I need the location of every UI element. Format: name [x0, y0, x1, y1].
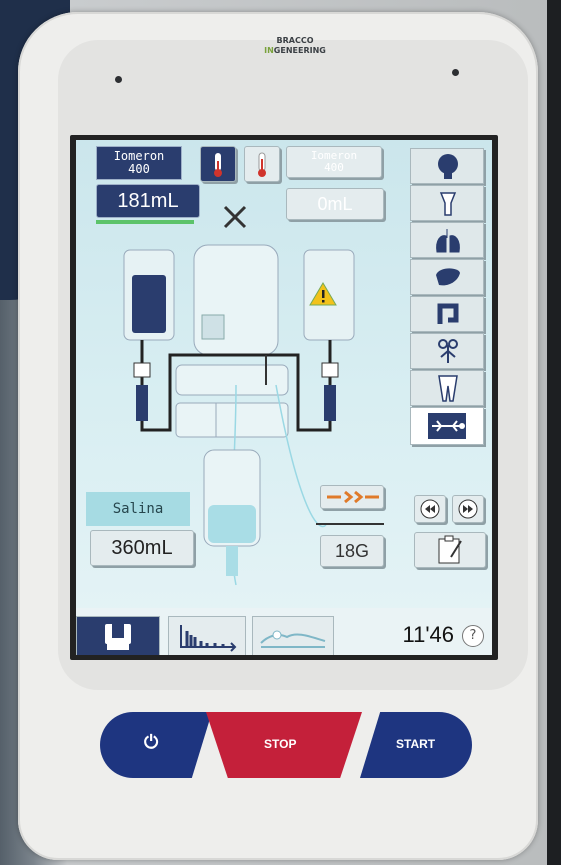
full-body-icon: [428, 413, 466, 439]
brand-line2: INGENEERING: [245, 46, 345, 56]
neck-icon: [439, 192, 457, 216]
lungs-icon: [436, 229, 460, 253]
forward-icon: [458, 499, 478, 519]
power-button[interactable]: ⏻: [100, 712, 212, 778]
injector-icon: [105, 624, 131, 650]
thermometer-icon: [258, 152, 266, 177]
brand-line1: BRACCO: [276, 36, 314, 45]
session-timer: 11'46: [402, 622, 454, 647]
head-icon: [438, 154, 458, 179]
legs-icon: [438, 375, 458, 402]
body-region-full[interactable]: [410, 407, 484, 445]
thermometer-a-button[interactable]: [200, 146, 236, 182]
clipboard-icon: [438, 535, 462, 564]
notes-button[interactable]: [414, 532, 486, 568]
stop-label: STOP: [264, 737, 297, 751]
indicator-light-right: [452, 69, 459, 76]
forward-button[interactable]: [452, 495, 484, 523]
body-region-head[interactable]: [410, 148, 484, 184]
protocol-graph-tab[interactable]: [168, 616, 246, 655]
thermometer-b-button[interactable]: [244, 146, 280, 182]
brand-line2-rest: GENEERING: [273, 46, 326, 55]
body-region-chest[interactable]: [410, 222, 484, 258]
abdomen-icon: [438, 339, 458, 363]
saline-label[interactable]: Salina: [86, 492, 190, 526]
body-region-colon[interactable]: [410, 296, 484, 332]
colon-icon: [437, 303, 459, 324]
contrast-a-volume[interactable]: 181mL: [96, 184, 200, 218]
contrast-a-level-bar: [96, 220, 194, 224]
patient-icon: [260, 630, 326, 648]
contrast-a-label[interactable]: Iomeron 400: [96, 146, 182, 180]
indicator-light-left: [115, 76, 122, 83]
contrast-b-label[interactable]: Iomeron 400: [286, 146, 382, 178]
start-label: START: [396, 737, 436, 751]
close-icon[interactable]: [222, 204, 248, 230]
saline-volume[interactable]: 360mL: [90, 530, 194, 566]
help-button[interactable]: ?: [462, 625, 484, 647]
body-region-liver[interactable]: [410, 259, 484, 295]
stop-button[interactable]: STOP: [206, 712, 362, 778]
needle-gauge[interactable]: 18G: [320, 535, 384, 567]
body-region-abdomen[interactable]: [410, 333, 484, 369]
needle-arrow-icon: [327, 490, 379, 504]
start-button[interactable]: START: [360, 712, 472, 778]
background-edge: [547, 0, 561, 865]
needle-flow-button[interactable]: [320, 485, 384, 509]
body-region-neck[interactable]: [410, 185, 484, 221]
contrast-b-volume[interactable]: 0mL: [286, 188, 384, 220]
touch-display: Iomeron 400 Iomeron 400 181mL 0mL Salina…: [76, 140, 492, 655]
rewind-icon: [420, 499, 440, 519]
brand-logo: BRACCO INGENEERING: [245, 36, 345, 56]
graph-icon: [180, 625, 237, 652]
injector-tab[interactable]: [76, 616, 160, 655]
rewind-button[interactable]: [414, 495, 446, 523]
warning-icon[interactable]: [308, 280, 338, 308]
power-icon: ⏻: [144, 732, 159, 752]
brand-line2-accent: IN: [264, 46, 274, 55]
body-region-legs[interactable]: [410, 370, 484, 406]
liver-icon: [436, 268, 460, 286]
patient-tab[interactable]: [252, 616, 334, 655]
needle-line: [316, 523, 384, 525]
thermometer-icon: [214, 153, 222, 177]
